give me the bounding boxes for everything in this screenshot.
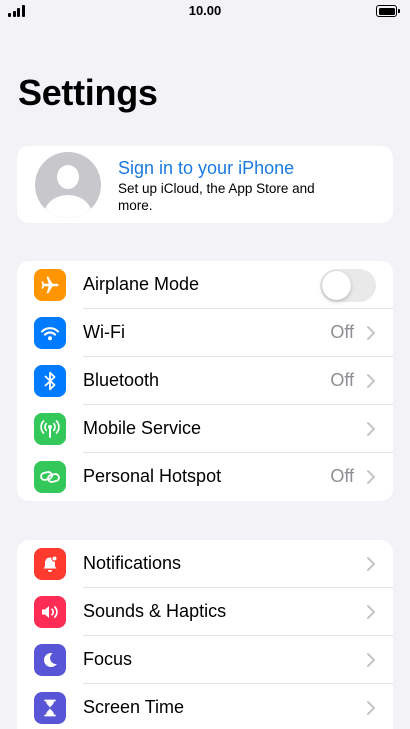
- row-label: Screen Time: [83, 697, 185, 717]
- sign-in-subtitle: Set up iCloud, the App Store and more.: [118, 181, 315, 213]
- bell-icon: [34, 548, 66, 580]
- notifications-group: Notifications Sounds & Haptics Focus Scr…: [17, 540, 393, 729]
- row-label: Airplane Mode: [83, 274, 200, 294]
- row-screen-time[interactable]: Screen Time: [17, 684, 393, 729]
- wifi-icon: [34, 317, 66, 349]
- connectivity-group: Airplane Mode Wi-Fi Off Bluetooth Off Mo…: [17, 261, 393, 501]
- row-notifications[interactable]: Notifications: [17, 540, 393, 588]
- hotspot-link-icon: [34, 461, 66, 493]
- row-value: Off: [330, 370, 354, 390]
- row-airplane-mode[interactable]: Airplane Mode: [17, 261, 393, 309]
- row-focus[interactable]: Focus: [17, 636, 393, 684]
- bluetooth-icon: [34, 365, 66, 397]
- row-label: Sounds & Haptics: [83, 601, 227, 621]
- page-title: Settings: [18, 72, 158, 113]
- row-mobile-service[interactable]: Mobile Service: [17, 405, 393, 453]
- row-label: Wi-Fi: [83, 322, 125, 342]
- row-label: Bluetooth: [83, 370, 160, 390]
- row-value: Off: [330, 466, 354, 486]
- chevron-right-icon: [367, 422, 375, 436]
- row-bluetooth[interactable]: Bluetooth Off: [17, 357, 393, 405]
- person-silhouette-icon: [35, 152, 101, 218]
- row-label: Mobile Service: [83, 418, 202, 438]
- row-personal-hotspot[interactable]: Personal Hotspot Off: [17, 453, 393, 501]
- row-wi-fi[interactable]: Wi-Fi Off: [17, 309, 393, 357]
- row-label: Personal Hotspot: [83, 466, 222, 486]
- status-bar: 10.00: [0, 0, 410, 24]
- chevron-right-icon: [367, 605, 375, 619]
- chevron-right-icon: [367, 326, 375, 340]
- sign-in-card[interactable]: Sign in to your iPhone Set up iCloud, th…: [17, 146, 393, 223]
- chevron-right-icon: [367, 557, 375, 571]
- airplane-mode-toggle[interactable]: [320, 269, 376, 302]
- chevron-right-icon: [367, 701, 375, 715]
- airplane-icon: [34, 269, 66, 301]
- moon-icon: [34, 644, 66, 676]
- battery-full-icon: [376, 5, 400, 17]
- antenna-icon: [34, 413, 66, 445]
- chevron-right-icon: [367, 374, 375, 388]
- speaker-icon: [34, 596, 66, 628]
- row-label: Focus: [83, 649, 133, 669]
- chevron-right-icon: [367, 470, 375, 484]
- row-value: Off: [330, 322, 354, 342]
- sign-in-title: Sign in to your iPhone: [118, 158, 295, 178]
- row-sounds-haptics[interactable]: Sounds & Haptics: [17, 588, 393, 636]
- hourglass-icon: [34, 692, 66, 724]
- row-label: Notifications: [83, 553, 182, 573]
- chevron-right-icon: [367, 653, 375, 667]
- status-time: 10.00: [188, 3, 222, 18]
